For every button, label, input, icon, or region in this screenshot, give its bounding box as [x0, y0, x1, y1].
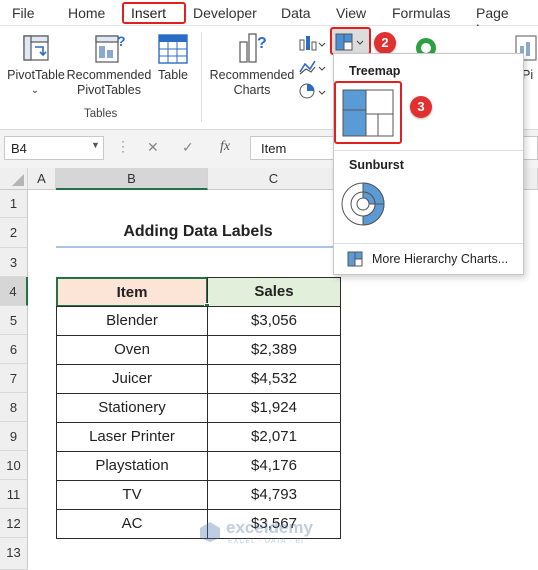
column-header-c[interactable]: C [208, 168, 340, 190]
sheet-title: Adding Data Labels [123, 223, 273, 240]
tables-group-label: Tables [84, 108, 118, 120]
table-cell-sales[interactable]: $4,793 [207, 480, 341, 510]
row-header-2[interactable]: 2 [0, 218, 28, 248]
row-header-6[interactable]: 6 [0, 335, 28, 364]
corner-triangle-icon [12, 174, 24, 186]
table-cell-sales[interactable]: $1,924 [207, 393, 341, 423]
row-header-12[interactable]: 12 [0, 509, 28, 538]
pivotchart-label: Pi [522, 68, 534, 82]
table-cell-item[interactable]: Oven [56, 335, 208, 365]
column-chart-icon[interactable] [298, 34, 326, 52]
tab-view[interactable]: View [336, 5, 366, 21]
table-cell-sales[interactable]: $3,056 [207, 306, 341, 336]
recommended-pivottables-label-2: PivotTables [77, 83, 141, 97]
insert-tab-highlight [122, 2, 186, 24]
treemap-option[interactable] [334, 81, 402, 144]
title-underline [56, 246, 340, 248]
tab-developer[interactable]: Developer [193, 5, 257, 21]
svg-text:?: ? [117, 33, 126, 49]
more-hierarchy-charts-link[interactable]: More Hierarchy Charts... [372, 252, 508, 266]
row-header-7[interactable]: 7 [0, 364, 28, 393]
pivottable-chevron-icon[interactable]: ⌄ [30, 83, 40, 98]
row-header-11[interactable]: 11 [0, 480, 28, 509]
ribbon-separator [201, 32, 202, 122]
row-header-9[interactable]: 9 [0, 422, 28, 451]
enter-icon[interactable]: ✓ [182, 139, 194, 156]
table-cell-item[interactable]: TV [56, 480, 208, 510]
table-cell-item[interactable]: Blender [56, 306, 208, 336]
dropdown-divider [334, 150, 523, 151]
tab-data[interactable]: Data [281, 5, 311, 21]
table-cell-sales[interactable]: $2,071 [207, 422, 341, 452]
table-cell-sales[interactable]: $4,176 [207, 451, 341, 481]
svg-text:?: ? [257, 35, 267, 52]
hierarchy-chart-dropdown: Treemap Sunburst More Hierarchy Charts..… [333, 53, 524, 275]
ribbon-tab-bar: File Home Insert Developer Data View For… [0, 0, 538, 37]
table-header-item[interactable]: Item [56, 277, 208, 307]
recommended-charts-label-2: Charts [233, 83, 271, 97]
cancel-icon[interactable]: ✕ [147, 139, 159, 156]
exceldemy-logo-icon [200, 522, 220, 542]
table-cell-item[interactable]: Playstation [56, 451, 208, 481]
dropdown-divider [334, 243, 523, 244]
table-cell-item[interactable]: Stationery [56, 393, 208, 423]
recommended-charts-icon: ? [239, 33, 267, 63]
column-header-b[interactable]: B [56, 168, 208, 190]
pivottable-icon [23, 35, 49, 61]
table-cell-item[interactable]: Laser Printer [56, 422, 208, 452]
row-header-4[interactable]: 4 [0, 277, 28, 306]
row-header-8[interactable]: 8 [0, 393, 28, 422]
line-chart-icon[interactable] [298, 58, 326, 76]
table-label: Table [158, 68, 188, 82]
row-header-5[interactable]: 5 [0, 306, 28, 335]
tab-home[interactable]: Home [68, 5, 105, 21]
recommended-charts-label-1: Recommended [209, 68, 295, 82]
pivottable-label: PivotTable [7, 68, 65, 82]
treemap-section-title: Treemap [349, 64, 401, 78]
formula-bar-options-icon: ⋮ [116, 138, 130, 154]
row-header-10[interactable]: 10 [0, 451, 28, 480]
row-header-1[interactable]: 1 [0, 190, 28, 218]
table-cell-sales[interactable]: $4,532 [207, 364, 341, 394]
recommended-pivottables-label-1: Recommended [66, 68, 152, 82]
hierarchy-chart-button[interactable] [330, 27, 371, 55]
watermark-brand: exceldemy [226, 518, 313, 537]
step-badge-2: 2 [374, 32, 396, 54]
name-box-chevron-icon[interactable]: ▼ [91, 140, 100, 150]
recommended-pivottables-icon: ? [95, 33, 126, 63]
table-cell-sales[interactable]: $2,389 [207, 335, 341, 365]
select-all-corner[interactable] [0, 168, 28, 190]
hierarchy-charts-icon [347, 251, 363, 267]
tab-formulas[interactable]: Formulas [392, 5, 450, 21]
row-header-13[interactable]: 13 [0, 538, 28, 570]
tab-file[interactable]: File [12, 5, 35, 21]
table-cell-item[interactable]: AC [56, 509, 208, 539]
name-box[interactable]: B4 [4, 136, 104, 160]
row-header-3[interactable]: 3 [0, 248, 28, 277]
table-icon [158, 34, 188, 64]
sunburst-section-title: Sunburst [349, 158, 404, 172]
table-cell-item[interactable]: Juicer [56, 364, 208, 394]
treemap-small-icon [335, 33, 364, 51]
table-header-sales[interactable]: Sales [207, 277, 341, 307]
step-badge-3: 3 [410, 96, 432, 118]
pie-chart-icon[interactable] [298, 82, 326, 100]
treemap-icon [342, 89, 394, 137]
column-header-a[interactable]: A [28, 168, 56, 190]
sunburst-icon[interactable] [340, 181, 386, 227]
insert-function-icon[interactable]: fx [220, 139, 230, 155]
watermark-tagline: EXCEL · DATA · BI [228, 538, 304, 545]
